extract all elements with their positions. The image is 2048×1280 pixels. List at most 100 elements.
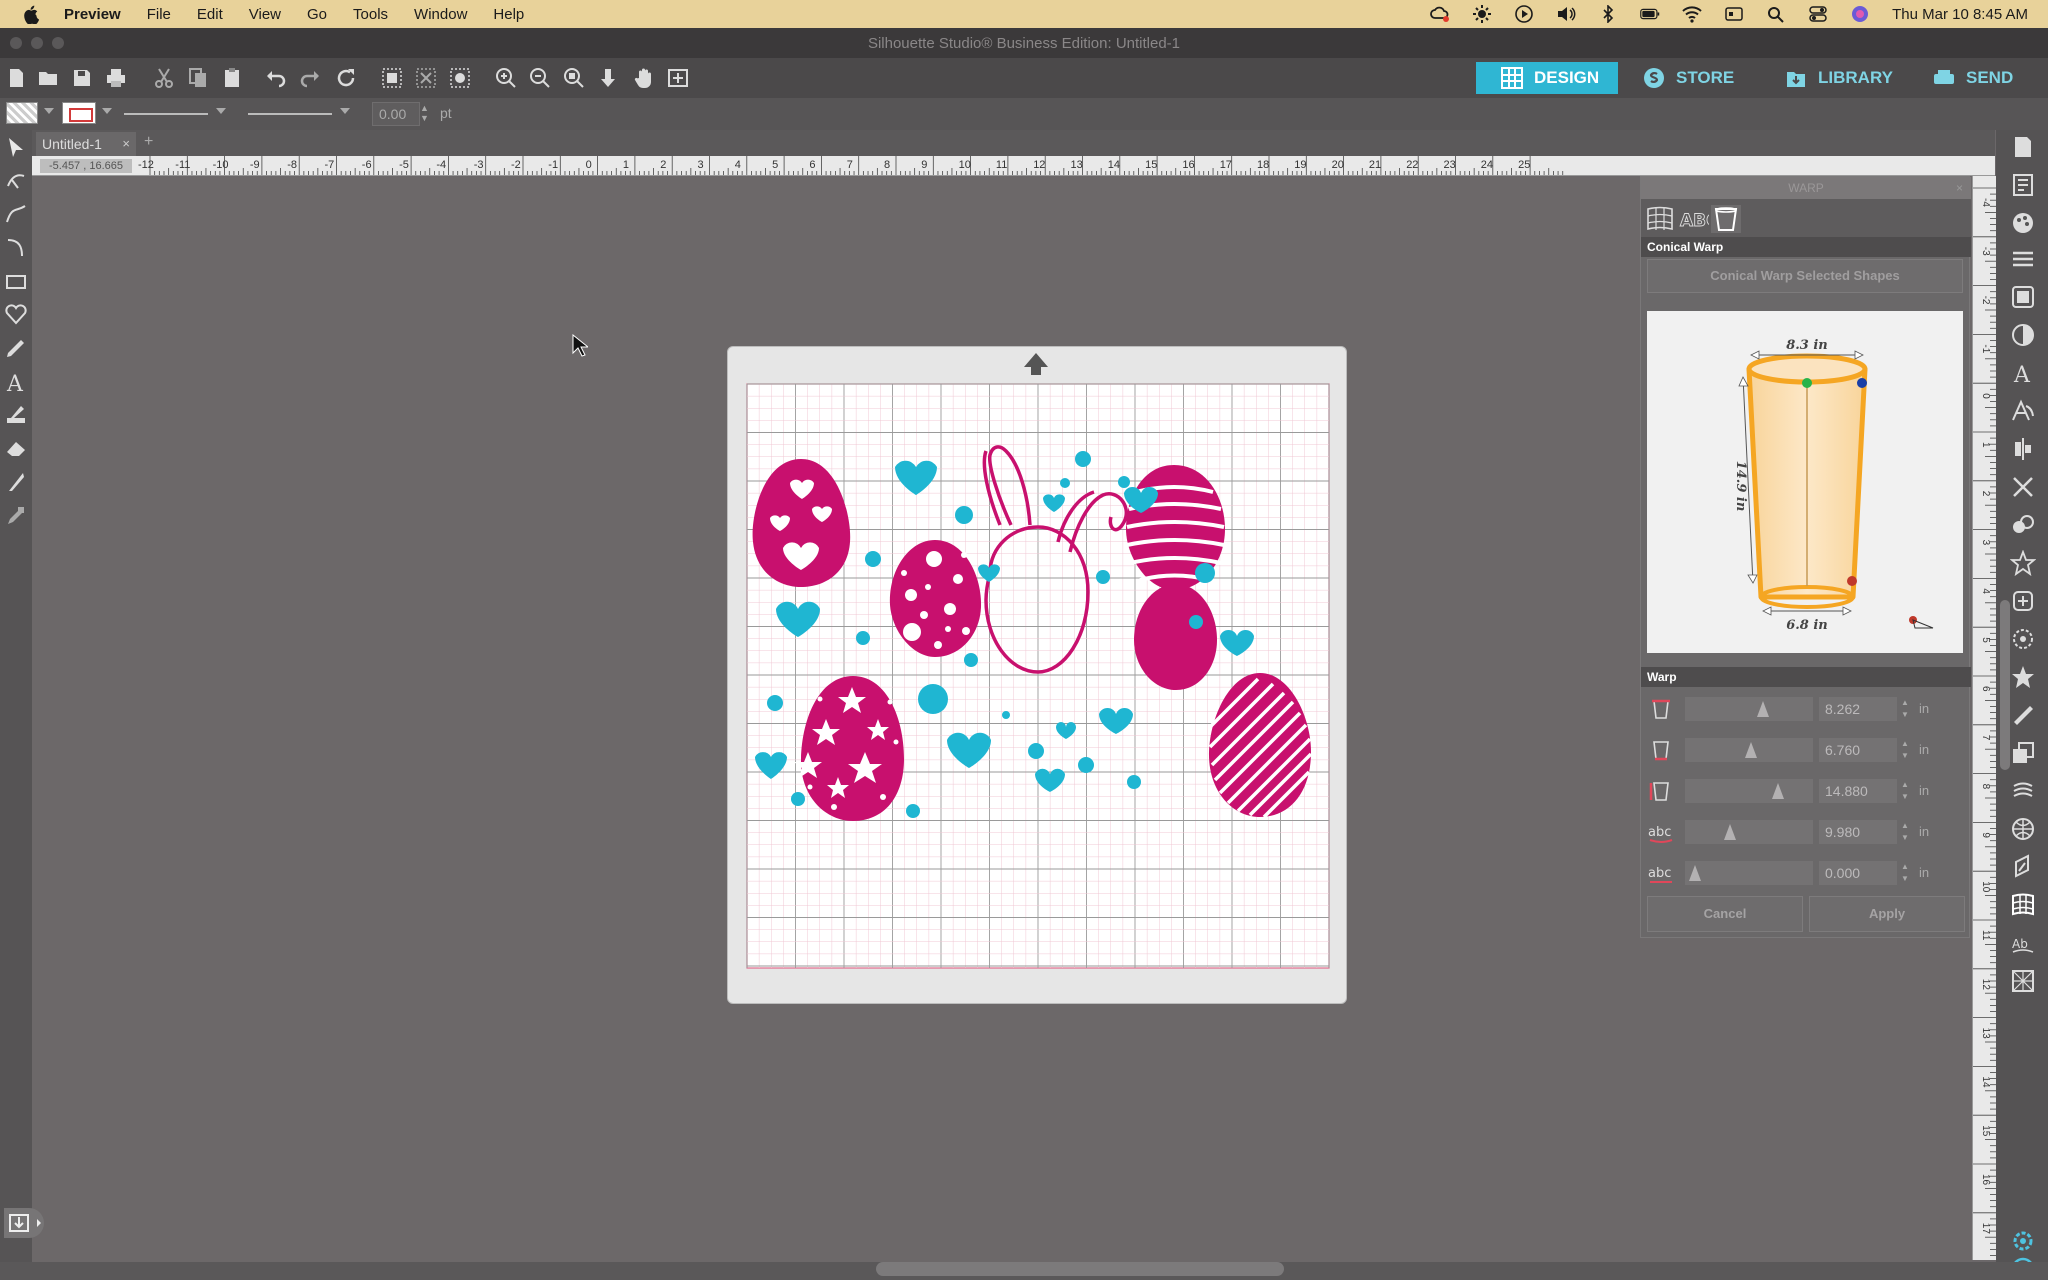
rhinestone-panel-icon[interactable] [2010,664,2036,690]
select-all-icon[interactable] [448,66,472,90]
ungroup-icon[interactable] [414,66,438,90]
cutting-mat[interactable] [727,346,1347,1004]
menu-view[interactable]: View [249,6,281,23]
transform-panel-icon[interactable] [2010,474,2036,500]
line-join-select[interactable] [248,113,332,115]
height-slider[interactable] [1685,779,1813,803]
pattern-panel-icon[interactable] [2010,968,2036,994]
copy-icon[interactable] [186,66,210,90]
text-tool-icon[interactable]: A [4,370,28,397]
fit-to-page-icon[interactable] [596,66,620,90]
layers-panel-icon[interactable] [2010,740,2036,766]
slider-thumb[interactable] [1689,865,1701,881]
text-arc-input[interactable]: 9.980 [1819,820,1897,844]
undo-icon[interactable] [264,66,288,90]
menu-app-name[interactable]: Preview [64,6,121,23]
paste-icon[interactable] [220,66,244,90]
export-drawer-button[interactable] [4,1208,44,1238]
text-warp-panel-icon[interactable]: Ab [2010,930,2036,956]
fill-pattern-panel-icon[interactable] [2010,284,2036,310]
top-width-handle[interactable] [1857,378,1867,388]
line-tool-icon[interactable] [4,202,28,226]
top-width-input[interactable]: 8.262 [1819,697,1897,721]
menu-go[interactable]: Go [307,6,327,23]
document-tab[interactable]: Untitled-1 × [36,132,136,156]
close-tab-icon[interactable]: × [122,132,130,156]
fill-color-panel-icon[interactable] [2010,210,2036,236]
star-shape-panel-icon[interactable] [2009,549,2037,577]
slider-thumb[interactable] [1724,824,1737,840]
menu-tools[interactable]: Tools [353,6,388,23]
conical-warp-selected-button[interactable]: Conical Warp Selected Shapes [1647,259,1963,293]
zoom-in-icon[interactable] [494,66,518,90]
pan-hand-icon[interactable] [632,66,656,90]
siri-icon[interactable] [1850,5,1870,23]
bottom-width-slider[interactable] [1685,738,1813,762]
gradient-panel-icon[interactable] [2010,322,2036,348]
text-offset-stepper[interactable]: ▲ ▼ [1901,861,1911,885]
conical-warp-icon[interactable] [1711,205,1741,233]
tab-library[interactable]: LIBRARY [1760,62,1908,94]
new-document-icon[interactable] [4,66,28,90]
close-window-button[interactable] [10,37,22,49]
keyboard-input-icon[interactable] [1724,5,1744,23]
sketch-panel-icon[interactable] [2010,702,2036,728]
text-offset-slider[interactable] [1685,861,1813,885]
tab-send[interactable]: SEND [1908,62,2048,94]
wifi-icon[interactable] [1682,5,1702,23]
replicate-panel-icon[interactable] [2010,512,2036,538]
print-icon[interactable] [104,66,128,90]
minimize-window-button[interactable] [31,37,43,49]
brightness-icon[interactable] [1472,5,1492,23]
slider-thumb[interactable] [1757,701,1770,717]
slider-thumb[interactable] [1745,742,1758,758]
redo-icon[interactable] [298,66,322,90]
zoom-window-button[interactable] [52,37,64,49]
horizontal-scrollbar-thumb[interactable] [876,1262,1284,1276]
page-setup-icon[interactable] [2010,134,2036,160]
text-offset-input[interactable]: 0.000 [1819,861,1897,885]
text-arc-stepper[interactable]: ▲ ▼ [1901,820,1911,844]
tab-design[interactable]: DESIGN [1476,62,1618,94]
trace-panel-icon[interactable] [2010,626,2036,652]
height-input[interactable]: 14.880 [1819,779,1897,803]
chevron-down-icon[interactable] [102,108,112,114]
bottom-width-handle[interactable] [1847,576,1857,586]
cancel-button[interactable]: Cancel [1647,896,1803,932]
eraser-icon[interactable] [4,436,28,460]
menu-file[interactable]: File [147,6,171,23]
spotlight-search-icon[interactable] [1766,5,1786,23]
nesting-panel-icon[interactable] [2010,816,2036,842]
group-icon[interactable] [380,66,404,90]
fill-color-swatch[interactable] [6,102,38,124]
redraw-icon[interactable] [334,66,358,90]
chevron-down-icon[interactable] [216,108,226,114]
top-width-slider[interactable] [1685,697,1813,721]
menu-clock[interactable]: Thu Mar 10 8:45 AM [1892,6,2028,23]
new-tab-button[interactable]: + [144,133,153,151]
play-icon[interactable] [1514,5,1534,23]
grid-warp-icon[interactable] [1645,205,1675,233]
close-panel-icon[interactable]: × [1956,177,1963,199]
knife-tool-icon[interactable] [4,470,28,494]
point-edit-icon[interactable] [4,168,28,192]
bluetooth-icon[interactable] [1598,5,1618,23]
center-handle[interactable] [1802,378,1812,388]
align-panel-icon[interactable] [2010,436,2036,462]
line-width-stepper[interactable]: ▲ ▼ [420,103,429,123]
eyedropper-icon[interactable] [4,504,28,528]
add-page-icon[interactable] [666,66,690,90]
chevron-down-icon[interactable] [44,108,54,114]
chevron-down-icon[interactable] [340,108,350,114]
creative-cloud-icon[interactable] [1430,5,1450,23]
menu-edit[interactable]: Edit [197,6,223,23]
warp-panel-icon[interactable] [2010,892,2036,918]
line-color-swatch[interactable] [62,102,96,124]
draw-tool-icon[interactable] [4,402,28,426]
zoom-selected-icon[interactable] [562,66,586,90]
height-stepper[interactable]: ▲ ▼ [1901,779,1911,803]
rectangle-tool-icon[interactable] [4,270,28,294]
tab-store[interactable]: STORE [1618,62,1760,94]
text-to-path-panel-icon[interactable] [2010,398,2036,424]
warp-panel-title-bar[interactable]: WARP × [1641,177,1971,199]
